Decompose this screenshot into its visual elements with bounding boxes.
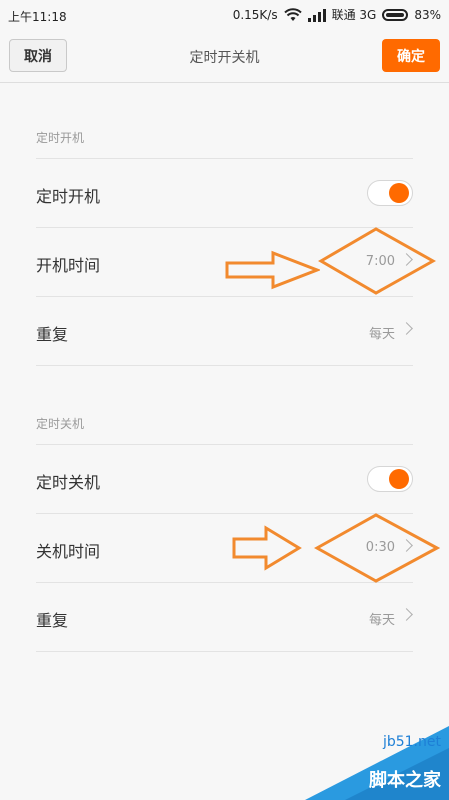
carrier-label: 联通 3G — [331, 8, 377, 22]
chevron-right-icon — [400, 322, 413, 335]
section-header-power-off: 定时关机 — [36, 417, 85, 431]
switch-knob — [389, 183, 409, 203]
power-on-time-value: 7:00 — [365, 254, 395, 269]
status-bar: 上午11:18 0.15K/s 联通 3G 83% — [0, 0, 449, 30]
signal-icon — [307, 8, 326, 22]
battery-icon — [382, 8, 409, 21]
section-header-power-on: 定时开机 — [36, 131, 85, 145]
watermark-domain: jb51.net — [382, 734, 441, 750]
power-on-time-label: 开机时间 — [36, 256, 101, 275]
divider — [36, 365, 413, 366]
power-off-repeat-row[interactable]: 重复 每天 — [36, 582, 413, 651]
power-on-repeat-label: 重复 — [36, 325, 69, 344]
switch-knob — [389, 469, 409, 489]
power-on-toggle-row[interactable]: 定时开机 — [36, 158, 413, 227]
wifi-icon — [283, 7, 302, 21]
title-bar: 取消 定时开关机 确定 — [0, 30, 449, 83]
battery-percent: 83% — [414, 7, 441, 22]
power-off-toggle-row[interactable]: 定时关机 — [36, 444, 413, 513]
chevron-right-icon — [400, 539, 413, 552]
power-off-repeat-value: 每天 — [368, 613, 395, 628]
power-on-repeat-value: 每天 — [368, 327, 395, 342]
power-on-toggle-label: 定时开机 — [36, 187, 101, 206]
power-off-switch[interactable] — [367, 466, 413, 492]
power-on-time-row[interactable]: 开机时间 7:00 — [36, 227, 413, 296]
power-on-switch[interactable] — [367, 180, 413, 206]
status-time: 上午11:18 — [8, 10, 67, 24]
confirm-button[interactable]: 确定 — [382, 39, 440, 72]
power-off-time-value: 0:30 — [365, 540, 395, 555]
power-off-toggle-label: 定时关机 — [36, 473, 101, 492]
divider — [36, 651, 413, 652]
watermark: jb51.net 脚本之家 — [305, 726, 449, 800]
status-indicators: 0.15K/s 联通 3G 83% — [233, 6, 441, 23]
power-off-repeat-label: 重复 — [36, 611, 69, 630]
chevron-right-icon — [400, 608, 413, 621]
power-off-time-label: 关机时间 — [36, 542, 101, 561]
power-off-time-row[interactable]: 关机时间 0:30 — [36, 513, 413, 582]
chevron-right-icon — [400, 253, 413, 266]
network-speed: 0.15K/s — [232, 7, 278, 22]
watermark-name: 脚本之家 — [369, 770, 441, 791]
power-on-repeat-row[interactable]: 重复 每天 — [36, 296, 413, 365]
